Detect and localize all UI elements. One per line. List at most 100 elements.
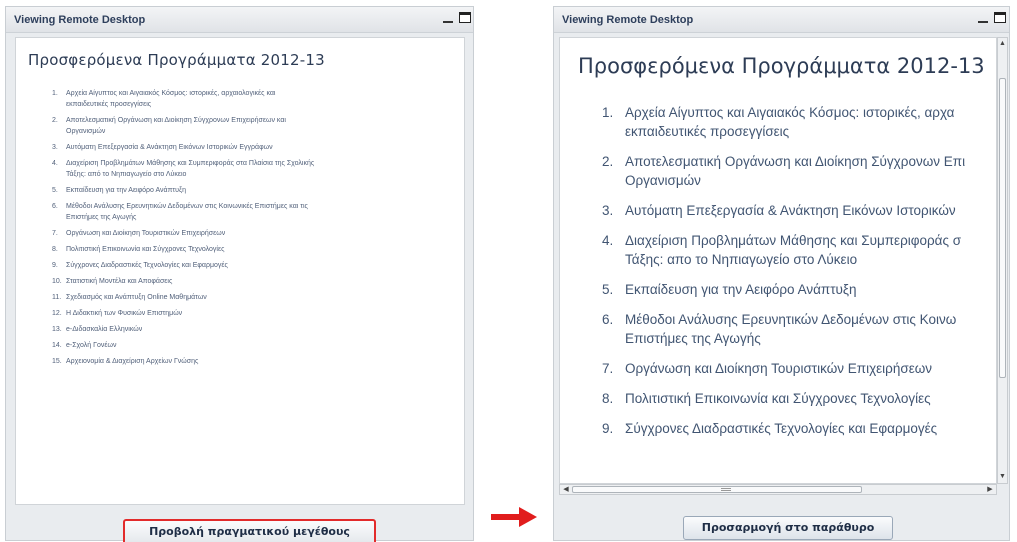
list-item: 3. Αυτόματη Επεξεργασία & Ανάκτηση Εικόνω… <box>602 201 956 220</box>
minimize-icon[interactable] <box>977 12 989 24</box>
vertical-scrollbar[interactable]: ▲ ▼ <box>997 37 1008 484</box>
list-item-text: Εκπαίδευση για την Αειφόρο Ανάπτυξη <box>625 282 857 297</box>
remote-desktop-window-scaled: Viewing Remote Desktop Προσφερόμενα Προγ… <box>5 6 474 542</box>
list-item-number: 10. <box>52 278 62 285</box>
scroll-left-icon[interactable]: ◀ <box>561 485 571 494</box>
list-item: 1. Αρχεία Αίγυπτος και Αιγαιακός Κόσμος: … <box>52 88 452 110</box>
list-item-text-continued: Οργανισμών <box>66 128 106 135</box>
maximize-icon[interactable] <box>994 12 1006 23</box>
list-item: 9. Σύγχρονες Διαδραστικές Τεχνολογίες και… <box>52 260 452 271</box>
list-item-text: Πολιτιστική Επικοινωνία και Σύγχρονες Τε… <box>625 391 931 406</box>
scroll-right-icon[interactable]: ▶ <box>985 485 995 494</box>
window-titlebar[interactable]: Viewing Remote Desktop <box>554 7 1009 33</box>
list-item: 7. Οργάνωση και Διοίκηση Τουριστικών Επιχ… <box>52 228 452 239</box>
list-item: 5. Εκπαίδευση για την Αειφόρο Ανάπτυξη <box>52 185 452 196</box>
list-item: 12. Η Διδακτική των Φυσικών Επιστημών <box>52 308 452 319</box>
remote-desktop-viewport[interactable]: Προσφερόμενα Προγράμματα 2012-13 1. Αρχεί… <box>559 37 997 484</box>
page-title: Προσφερόμενα Προγράμματα 2012-13 <box>28 51 325 69</box>
list-item: 7. Οργάνωση και Διοίκηση Τουριστικών Επιχ… <box>602 359 932 378</box>
horizontal-scroll-thumb[interactable] <box>572 486 862 493</box>
list-item-number: 2. <box>602 154 614 169</box>
window-title: Viewing Remote Desktop <box>14 14 146 26</box>
list-item-text-continued: εκπαιδευτικές προσεγγίσεις <box>625 124 790 139</box>
horizontal-scrollbar[interactable]: ◀ ▶ <box>559 484 997 495</box>
list-item: 9. Σύγχρονες Διαδραστικές Τεχνολογίες και… <box>602 419 937 438</box>
list-item-number: 3. <box>602 203 614 218</box>
list-item-number: 6. <box>52 203 58 210</box>
list-item: 2. Αποτελεσματική Οργάνωση και Διοίκηση Σ… <box>602 152 965 190</box>
list-item-text: Στατιστική Μοντέλα και Αποφάσεις <box>66 278 173 285</box>
vertical-scroll-thumb[interactable] <box>999 78 1006 378</box>
list-item-text: Αρχεία Αίγυπτος και Αιγαιακός Κόσμος: ισ… <box>625 105 955 120</box>
list-item-number: 9. <box>602 421 614 436</box>
list-item-number: 7. <box>52 230 58 237</box>
list-item-number: 5. <box>602 282 614 297</box>
list-item-text: Αυτόματη Επεξεργασία & Ανάκτηση Εικόνων … <box>625 203 956 218</box>
list-item-text: Μέθοδοι Ανάλυσης Ερευνητικών Δεδομένων σ… <box>66 203 308 210</box>
list-item-number: 15. <box>52 358 62 365</box>
list-item: 15. Αρχειονομία & Διαχείριση Αρχείων Γνώσ… <box>52 356 452 367</box>
list-item-text: Οργάνωση και Διοίκηση Τουριστικών Επιχει… <box>625 361 933 376</box>
view-actual-size-button[interactable]: Προβολή πραγματικού μεγέθους <box>123 519 376 542</box>
list-item: 10. Στατιστική Μοντέλα και Αποφάσεις <box>52 276 452 287</box>
scroll-up-icon[interactable]: ▲ <box>999 39 1006 49</box>
list-item-text: Μέθοδοι Ανάλυσης Ερευνητικών Δεδομένων σ… <box>625 312 957 327</box>
scroll-down-icon[interactable]: ▼ <box>999 472 1006 482</box>
list-item-number: 2. <box>52 117 58 124</box>
list-item: 8. Πολιτιστική Επικοινωνία και Σύγχρονες … <box>602 389 931 408</box>
list-item-number: 12. <box>52 310 62 317</box>
list-item-text-continued: Τάξης: από το Νηπιαγωγείο στο Λύκειο <box>66 171 187 178</box>
list-item: 1. Αρχεία Αίγυπτος και Αιγαιακός Κόσμος: … <box>602 103 954 141</box>
remote-desktop-viewport[interactable]: Προσφερόμενα Προγράμματα 2012-13 1. Αρχεί… <box>15 37 465 505</box>
list-item: 3. Αυτόματη Επεξεργασία & Ανάκτηση Εικόνω… <box>52 142 452 153</box>
list-item: 13. e-Διδασκαλία Ελληνικών <box>52 324 452 335</box>
list-item-text: Διαχείριση Προβλημάτων Μάθησης και Συμπε… <box>625 233 962 248</box>
fit-to-window-button[interactable]: Προσαρμογή στο παράθυρο <box>683 516 893 540</box>
list-item: 6. Μέθοδοι Ανάλυσης Ερευνητικών Δεδομένων… <box>52 201 452 223</box>
list-item-number: 9. <box>52 262 58 269</box>
maximize-icon[interactable] <box>459 12 471 23</box>
page-title: Προσφερόμενα Προγράμματα 2012-13 <box>578 54 985 78</box>
list-item-text: Οργάνωση και Διοίκηση Τουριστικών Επιχει… <box>66 230 226 237</box>
remote-desktop-window-actual-size: Viewing Remote Desktop Προσφερόμενα Προγ… <box>553 6 1010 541</box>
list-item-number: 3. <box>52 144 58 151</box>
list-item-number: 6. <box>602 312 614 327</box>
list-item-text: Η Διδακτική των Φυσικών Επιστημών <box>66 310 183 317</box>
right-arrow-icon <box>491 507 537 527</box>
list-item-text: e-Διδασκαλία Ελληνικών <box>66 326 143 333</box>
window-titlebar[interactable]: Viewing Remote Desktop <box>6 7 473 33</box>
list-item-text-continued: Επιστήμες της Αγωγής <box>625 331 761 346</box>
list-item-text: e-Σχολή Γονέων <box>66 342 117 349</box>
list-item-text: Αυτόματη Επεξεργασία & Ανάκτηση Εικόνων … <box>66 144 273 151</box>
list-item-text: Αποτελεσματική Οργάνωση και Διοίκηση Σύγ… <box>66 117 286 124</box>
list-item-number: 4. <box>602 233 614 248</box>
list-item-text: Σύγχρονες Διαδραστικές Τεχνολογίες και Ε… <box>625 421 938 436</box>
list-item-text: Διαχείριση Προβλημάτων Μάθησης και Συμπε… <box>66 160 315 167</box>
minimize-icon[interactable] <box>442 12 454 24</box>
list-item-text: Σύγχρονες Διαδραστικές Τεχνολογίες και Ε… <box>66 262 228 269</box>
list-item-number: 8. <box>602 391 614 406</box>
list-item-text: Πολιτιστική Επικοινωνία και Σύγχρονες Τε… <box>66 246 225 253</box>
list-item: 5. Εκπαίδευση για την Αειφόρο Ανάπτυξη <box>602 280 856 299</box>
list-item-number: 4. <box>52 160 58 167</box>
list-item-text: Αρχεία Αίγυπτος και Αιγαιακός Κόσμος: ισ… <box>66 90 276 97</box>
list-item-text-continued: Επιστήμες της Αγωγής <box>66 214 137 221</box>
list-item-number: 8. <box>52 246 58 253</box>
list-item-text: Εκπαίδευση για την Αειφόρο Ανάπτυξη <box>66 187 187 194</box>
list-item-number: 1. <box>602 105 614 120</box>
list-item-number: 13. <box>52 326 62 333</box>
list-item-text-continued: Τάξης: απο το Νηπιαγωγείο στο Λύκειο <box>625 252 858 267</box>
window-title: Viewing Remote Desktop <box>562 14 694 26</box>
list-item: 8. Πολιτιστική Επικοινωνία και Σύγχρονες … <box>52 244 452 255</box>
list-item: 14. e-Σχολή Γονέων <box>52 340 452 351</box>
list-item-number: 5. <box>52 187 58 194</box>
list-item-number: 7. <box>602 361 614 376</box>
list-item-number: 14. <box>52 342 62 349</box>
list-item-text: Αρχειονομία & Διαχείριση Αρχείων Γνώσης <box>66 358 199 365</box>
list-item-text-continued: εκπαιδευτικές προσεγγίσεις <box>66 101 152 108</box>
list-item: 6. Μέθοδοι Ανάλυσης Ερευνητικών Δεδομένων… <box>602 310 956 348</box>
scroll-grip-icon <box>721 488 731 491</box>
list-item-number: 1. <box>52 90 58 97</box>
list-item-number: 11. <box>52 294 62 301</box>
list-item: 4. Διαχείριση Προβλημάτων Μάθησης και Συμ… <box>52 158 452 180</box>
